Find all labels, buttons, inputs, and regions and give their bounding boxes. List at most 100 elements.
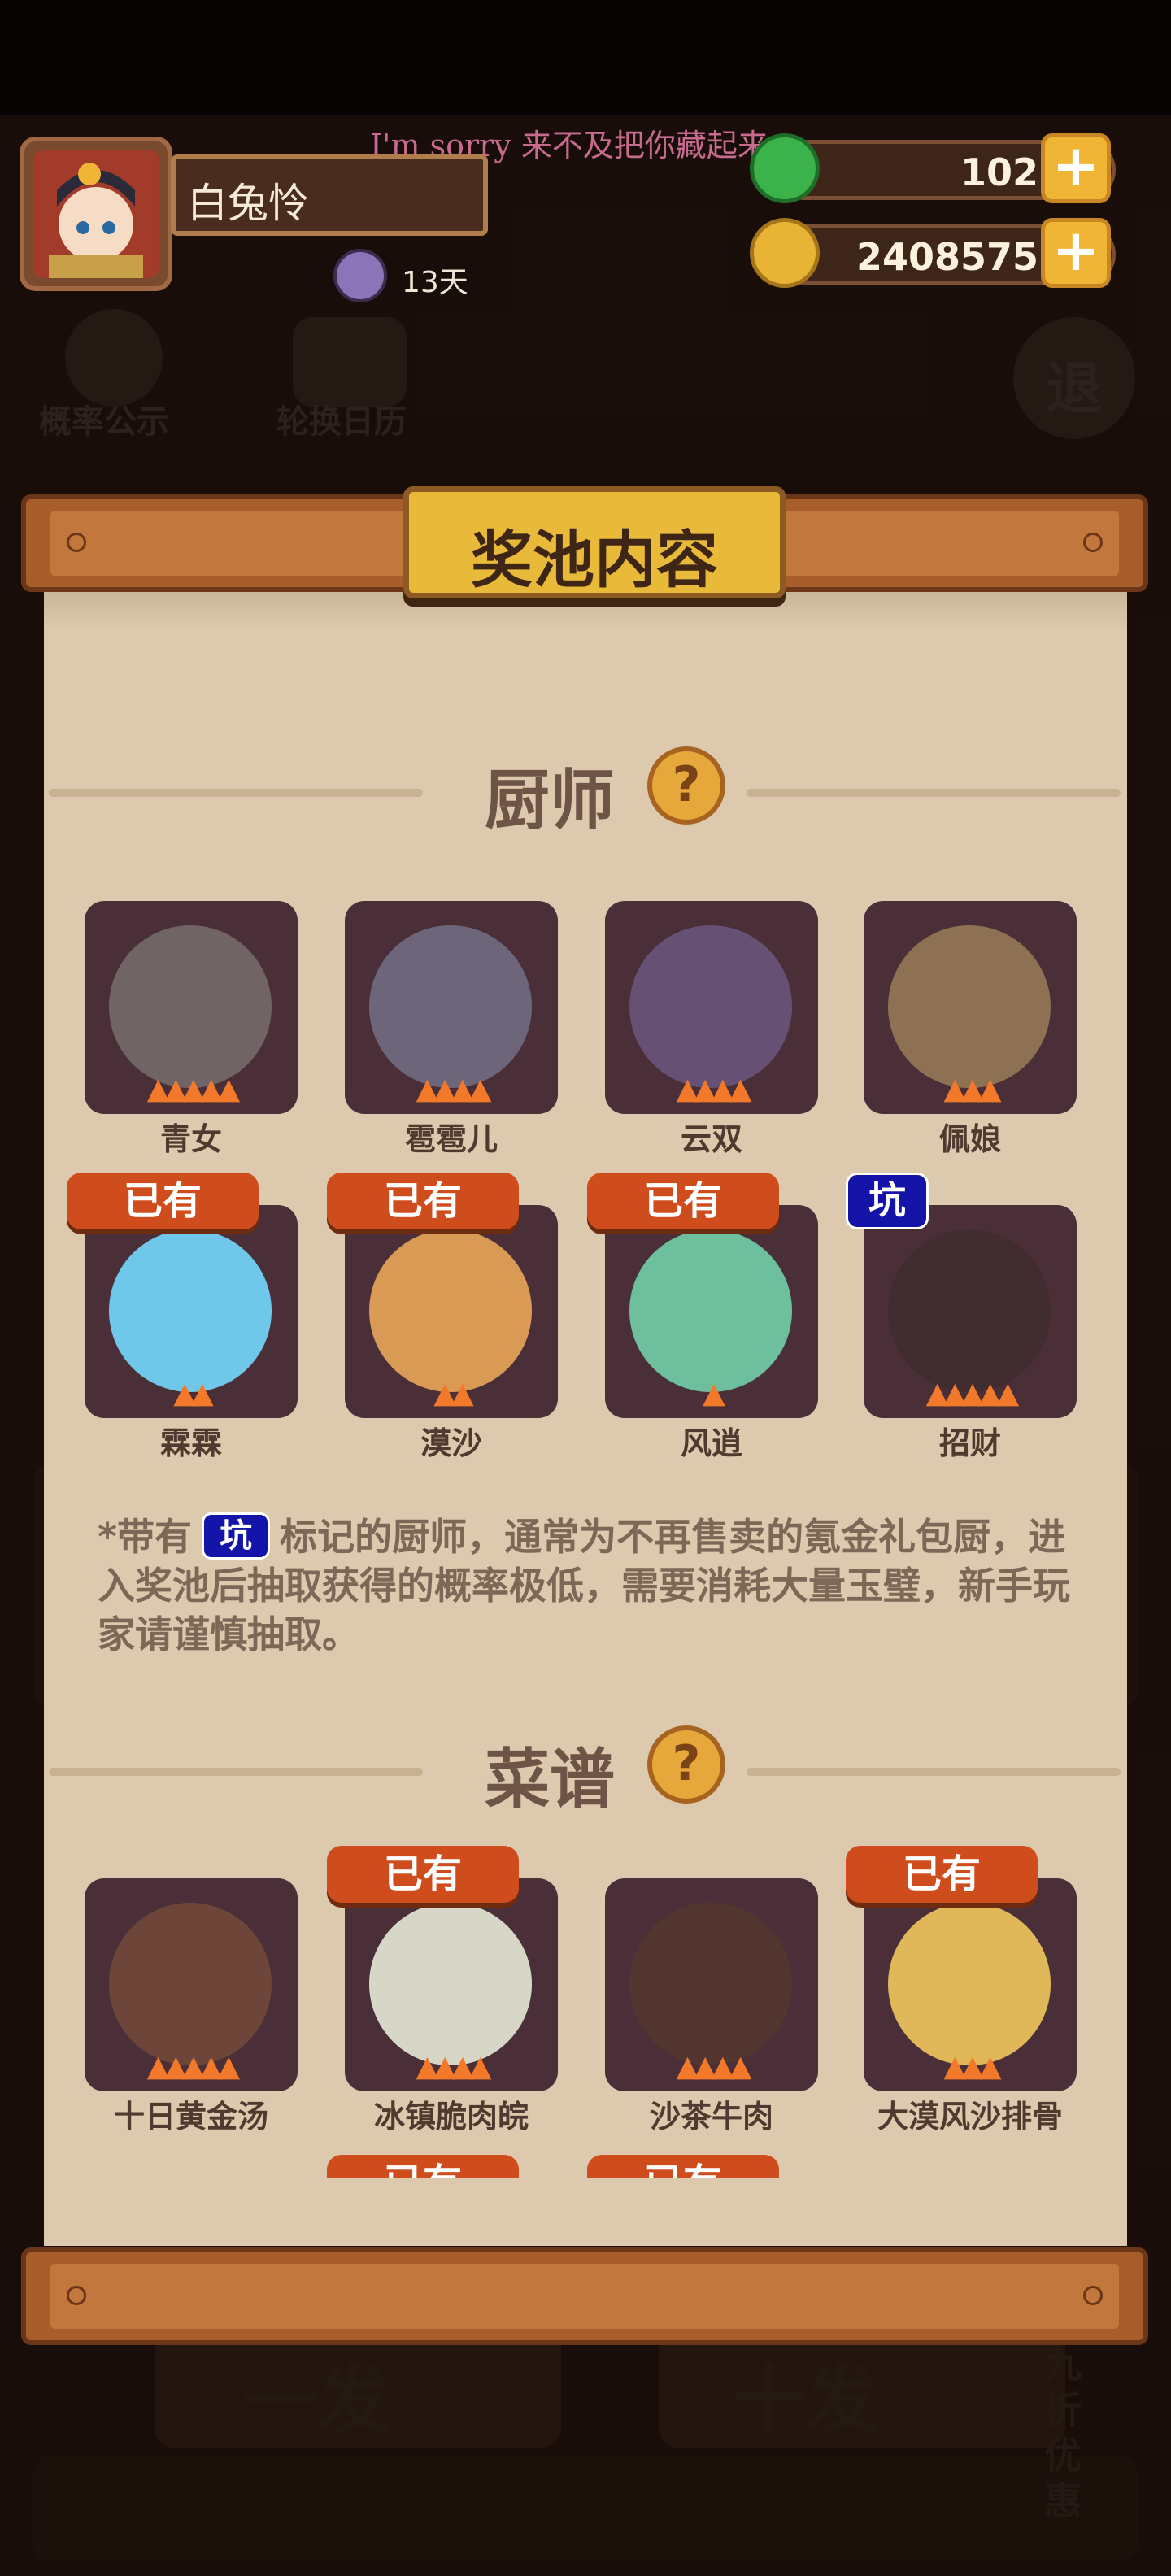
add-coins-button[interactable]: + [1041,218,1111,288]
flame-icon: ▲ [712,2050,734,2083]
login-days-icon [333,249,387,302]
owned-badge-partial: 已有 [327,2155,519,2178]
flame-icon: ▲ [978,1073,1002,1106]
pit-badge: 坑 [846,1173,929,1229]
recipes-title: 菜谱 [485,1742,615,1817]
chef-card[interactable]: ▲▲ [85,1205,298,1418]
rarity-flames: ▲▲▲▲ [345,1073,558,1106]
flame-icon: ▲ [694,1073,716,1106]
chef-name: 青女 [159,1121,222,1157]
nail-icon [1083,533,1103,552]
flame-icon: ▲ [451,1377,474,1410]
chefs-title: 厨师 [485,763,615,838]
rarity-flames: ▲▲▲▲ [345,2050,558,2083]
flame-icon: ▲ [468,1073,492,1106]
owned-badge: 已有 [587,1173,779,1229]
chef-card[interactable]: ▲▲▲ [864,901,1077,1114]
chef-card[interactable]: ▲▲ [345,1205,558,1418]
flame-icon: ▲ [978,2050,1002,2083]
rarity-flames: ▲▲▲ [864,2050,1077,2083]
chef-portrait [369,925,532,1088]
recipe-portrait [629,1903,792,2065]
flame-icon: ▲ [729,1073,752,1106]
owned-badge-partial: 已有 [587,2155,779,2178]
flame-icon: ▲ [978,1377,1002,1410]
rarity-flames: ▲▲▲▲ [605,2050,818,2083]
flame-icon: ▲ [729,2050,752,2083]
recipe-card[interactable]: ▲▲▲▲ [345,1878,558,2091]
recipe-card[interactable]: ▲▲▲▲▲ [85,1878,298,2091]
section-divider [49,789,423,797]
flame-icon: ▲ [146,2050,170,2083]
rarity-flames: ▲▲▲▲▲ [85,2050,298,2083]
chef-portrait [888,925,1051,1088]
nail-icon [67,533,86,552]
recipe-portrait [109,1903,272,2065]
player-name-bar: 白兔怜 [171,154,488,236]
flame-icon: ▲ [146,1073,170,1106]
flame-icon: ▲ [712,1073,734,1106]
chef-name: 云双 [680,1121,742,1157]
player-avatar[interactable] [20,137,172,291]
chefs-help-button[interactable]: ? [647,746,725,825]
flame-icon: ▲ [694,2050,716,2083]
flame-icon: ▲ [199,1073,223,1106]
owned-badge: 已有 [846,1846,1038,1903]
rarity-flames: ▲▲▲▲ [605,1073,818,1106]
chef-portrait [109,1229,272,1392]
recipe-name: 十日黄金汤 [113,2099,268,2134]
chef-portrait [888,1229,1051,1392]
section-divider [747,789,1121,797]
owned-badge: 已有 [67,1173,259,1229]
flame-icon: ▲ [961,2050,984,2083]
panel-title: 奖池内容 [471,524,718,596]
note-prefix: *带有 [98,1515,193,1559]
section-divider [747,1768,1121,1776]
avatar-image [33,150,159,278]
flame-icon: ▲ [164,2050,187,2083]
flame-icon: ▲ [451,1073,474,1106]
chef-card[interactable]: ▲▲▲▲ [605,901,818,1114]
chef-card[interactable]: ▲▲▲▲▲ [864,1205,1077,1418]
recipe-portrait [888,1903,1051,2065]
flame-icon: ▲ [217,1073,241,1106]
chef-portrait [109,925,272,1088]
owned-badge: 已有 [327,1173,519,1229]
chef-name: 雹雹儿 [404,1121,498,1157]
recipes-help-button[interactable]: ? [647,1725,725,1804]
recipe-name: 大漠风沙排骨 [877,2099,1063,2134]
flame-icon: ▲ [451,2050,474,2083]
flame-icon: ▲ [996,1377,1020,1410]
recipe-card[interactable]: ▲▲▲▲ [605,1878,818,2091]
rarity-flames: ▲▲▲▲▲ [864,1377,1077,1410]
flame-icon: ▲ [676,2050,699,2083]
chef-name: 霖霖 [159,1425,222,1461]
flame-icon: ▲ [217,2050,241,2083]
chef-name: 佩娘 [938,1121,1001,1157]
flame-icon: ▲ [468,2050,492,2083]
recipe-card[interactable]: ▲▲▲ [864,1878,1077,2091]
jade-value: 102 [960,150,1038,194]
pit-note: *带有坑标记的厨师，通常为不再售卖的氪金礼包厨，进入奖池后抽取获得的概率极低，需… [98,1512,1098,1659]
chef-card[interactable]: ▲▲▲▲▲ [85,901,298,1114]
flame-icon: ▲ [943,1377,966,1410]
flame-icon: ▲ [433,1377,456,1410]
flame-icon: ▲ [173,1377,196,1410]
add-jade-button[interactable]: + [1041,133,1111,203]
flame-icon: ▲ [416,1073,439,1106]
recipe-name: 沙茶牛肉 [649,2099,773,2134]
flame-icon: ▲ [191,1377,214,1410]
chef-portrait [369,1229,532,1392]
nail-icon [67,2286,86,2305]
flame-icon: ▲ [199,2050,223,2083]
flame-icon: ▲ [943,1073,966,1106]
chef-card[interactable]: ▲▲▲▲ [345,901,558,1114]
player-name: 白兔怜 [187,180,309,227]
flame-icon: ▲ [676,1073,699,1106]
login-days: 13天 [402,266,468,299]
flame-icon: ▲ [925,1377,949,1410]
flame-icon: ▲ [182,2050,205,2083]
chef-card[interactable]: ▲ [605,1205,818,1418]
chef-name: 风逍 [680,1425,742,1461]
chef-name: 漠沙 [420,1425,482,1461]
